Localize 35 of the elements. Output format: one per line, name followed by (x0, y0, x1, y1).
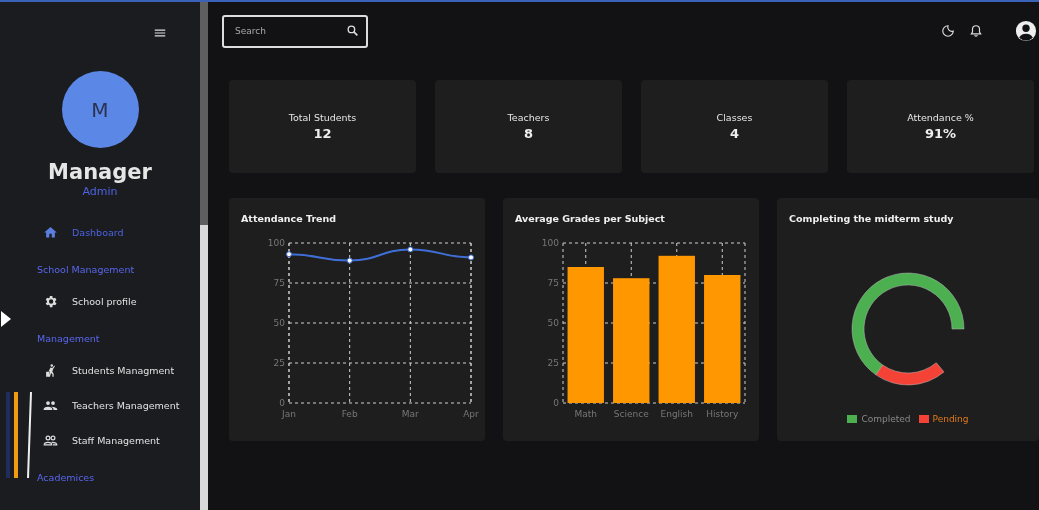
axis-tick-label: 25 (547, 358, 559, 368)
stat-value: 8 (523, 126, 533, 141)
stat-label: Attendance % (907, 112, 974, 123)
stat-label: Teachers (507, 112, 550, 123)
stat-value: 12 (313, 126, 332, 141)
axis-category-label: Apr (463, 409, 479, 419)
axis-tick-label: 0 (279, 398, 285, 408)
stat-value: 4 (729, 126, 739, 141)
axis-tick-label: 25 (273, 358, 285, 368)
chart-title: Average Grades per Subject (514, 212, 666, 224)
chart-title: Completing the midterm study (788, 212, 955, 224)
axis-tick-label: 0 (553, 398, 559, 408)
axis-category-label: Mar (401, 409, 419, 419)
axis-category-label: Jan (282, 409, 296, 419)
axis-category-label: Feb (341, 409, 358, 419)
axis-tick-label: 100 (541, 238, 559, 248)
axis-tick-label: 100 (267, 238, 285, 248)
section-heading: Academices (36, 472, 96, 483)
axis-tick-label: 50 (273, 318, 285, 328)
chart-title: Attendance Trend (240, 212, 338, 224)
axis-category-label: History (706, 409, 739, 419)
axis-tick-label: 75 (273, 278, 285, 288)
stat-label: Classes (716, 112, 753, 123)
section-heading: Management (36, 333, 101, 344)
stat-label: Total Students (288, 112, 357, 123)
axis-category-label: Math (574, 409, 597, 419)
user-name: Manager (48, 160, 152, 184)
axis-tick-label: 50 (547, 318, 559, 328)
axis-tick-label: 75 (547, 278, 559, 288)
section-heading: School Management (36, 264, 136, 275)
user-role: Admin (82, 185, 118, 198)
axis-category-label: Science (613, 409, 649, 419)
avatar: M (61, 71, 139, 148)
axis-category-label: English (660, 409, 693, 419)
stat-value: 91% (924, 126, 957, 141)
